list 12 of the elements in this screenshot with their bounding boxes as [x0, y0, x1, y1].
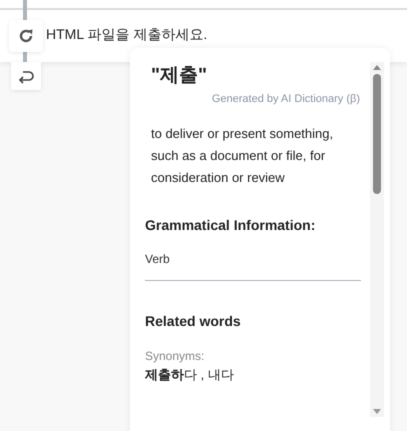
scrollbar[interactable] [370, 62, 384, 417]
section-heading: Related words [145, 313, 242, 329]
prompt-text: HTML 파일을 제출하세요. [46, 26, 208, 44]
return-icon[interactable] [11, 62, 41, 90]
refresh-icon[interactable] [9, 20, 43, 52]
definition-text: to deliver or present something, such as a document or file, for consideration or review [150, 125, 334, 187]
synonyms-text: 제출하다 , 내다 [145, 366, 235, 384]
synonyms-label: Synonyms: [145, 349, 206, 363]
part-of-speech: Verb [145, 252, 171, 266]
source-note: Generated by AI Dictionary (β) [210, 93, 361, 105]
section-heading: Grammatical Information: [145, 217, 316, 233]
dictionary-term: "제출" [150, 64, 208, 88]
